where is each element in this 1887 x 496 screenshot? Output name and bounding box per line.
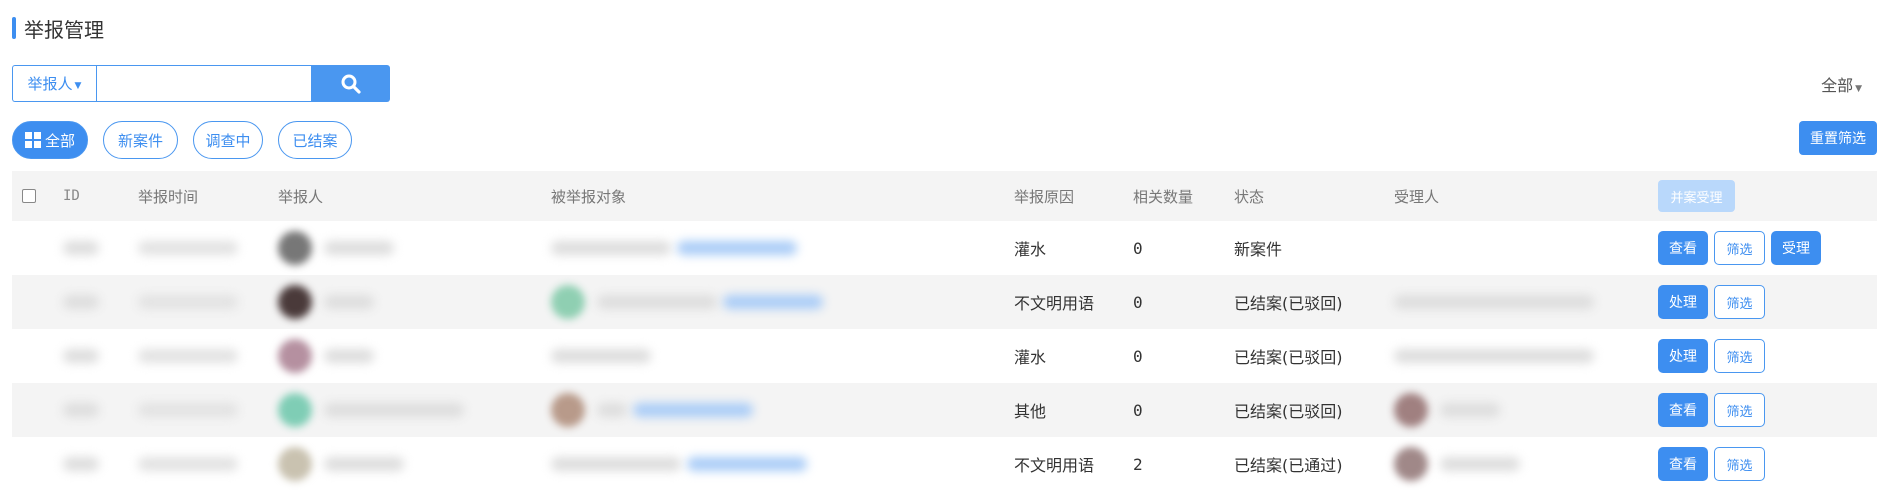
blurred-target	[551, 329, 651, 383]
status-filter-group: 全部 新案件 调查中 已结案	[12, 121, 352, 159]
count-cell: 2	[1133, 454, 1143, 474]
row-actions: 查看 筛选	[1658, 383, 1765, 437]
blurred-handler	[1394, 329, 1594, 383]
blurred-target	[551, 383, 753, 437]
count-cell: 0	[1133, 346, 1143, 366]
column-header-target: 被举报对象	[551, 187, 627, 206]
table-row: 灌水 0 已结案(已驳回) 处理 筛选	[12, 329, 1877, 383]
blurred-reporter	[278, 329, 374, 383]
table-row: 不文明用语 2 已结案(已通过) 查看 筛选	[12, 437, 1877, 491]
reset-filters-button[interactable]: 重置筛选	[1799, 121, 1877, 155]
search-button[interactable]	[312, 65, 390, 102]
row-actions: 查看 筛选	[1658, 437, 1765, 491]
status-cell: 已结案(已驳回)	[1234, 294, 1343, 313]
table-row: 其他 0 已结案(已驳回) 查看 筛选	[12, 383, 1877, 437]
filter-button[interactable]: 筛选	[1714, 339, 1765, 373]
blurred-target	[551, 437, 807, 491]
reason-cell: 其他	[1014, 402, 1047, 421]
reason-cell: 灌水	[1014, 240, 1047, 259]
column-header-reporter: 举报人	[278, 187, 324, 206]
count-cell: 0	[1133, 238, 1143, 258]
search-field-label: 举报人	[27, 75, 73, 93]
blurred-handler	[1394, 383, 1500, 437]
column-header-id: ID	[63, 188, 80, 204]
view-button[interactable]: 查看	[1658, 447, 1708, 481]
reason-cell: 不文明用语	[1014, 456, 1095, 475]
filter-chip-label: 已结案	[292, 131, 338, 150]
filter-button[interactable]: 筛选	[1714, 285, 1765, 319]
view-button[interactable]: 查看	[1658, 231, 1708, 265]
blurred-target	[551, 275, 823, 329]
chevron-down-icon: ▼	[74, 80, 82, 91]
accept-button[interactable]: 受理	[1771, 231, 1821, 265]
filter-button[interactable]: 筛选	[1714, 393, 1765, 427]
blurred-time	[138, 329, 238, 383]
blurred-handler	[1394, 437, 1520, 491]
page-header: 举报管理	[12, 14, 104, 42]
blurred-id	[63, 383, 99, 437]
status-cell: 已结案(已通过)	[1234, 456, 1343, 475]
batch-accept-button[interactable]: 并案受理	[1658, 180, 1735, 212]
status-cell: 已结案(已驳回)	[1234, 402, 1343, 421]
blurred-reporter	[278, 437, 404, 491]
column-header-reason: 举报原因	[1014, 187, 1075, 206]
status-cell: 新案件	[1234, 240, 1283, 259]
column-header-handler: 受理人	[1394, 187, 1440, 206]
grid-icon	[24, 132, 41, 148]
search-icon	[341, 74, 361, 94]
blurred-id	[63, 275, 99, 329]
process-button[interactable]: 处理	[1658, 285, 1708, 319]
chevron-down-icon: ▼	[1855, 84, 1862, 94]
count-cell: 0	[1133, 400, 1143, 420]
table-row: 灌水 0 新案件 查看 筛选 受理	[12, 221, 1877, 275]
count-cell: 0	[1133, 292, 1143, 312]
batch-accept-cell: 并案受理	[1658, 171, 1735, 221]
scope-select[interactable]: 全部 ▼	[1821, 72, 1862, 96]
row-actions: 查看 筛选 受理	[1658, 221, 1821, 275]
column-header-count: 相关数量	[1133, 187, 1194, 206]
blurred-reporter	[278, 221, 394, 275]
filter-chip-label: 新案件	[117, 131, 163, 150]
blurred-id	[63, 329, 99, 383]
blurred-id	[63, 221, 99, 275]
title-accent-bar	[12, 17, 16, 39]
search-field-select[interactable]: 举报人 ▼	[12, 65, 96, 102]
filter-chip-all[interactable]: 全部	[12, 121, 88, 159]
select-all-cell	[22, 171, 36, 221]
search-group: 举报人 ▼	[12, 65, 390, 102]
filter-chip-closed[interactable]: 已结案	[278, 121, 352, 159]
filter-chip-investigating[interactable]: 调查中	[193, 121, 263, 159]
filter-chip-label: 调查中	[205, 131, 251, 150]
view-button[interactable]: 查看	[1658, 393, 1708, 427]
reports-table: ID 举报时间 举报人 被举报对象 举报原因 相关数量 状态 受理人 并案受理 …	[12, 171, 1877, 491]
select-all-checkbox[interactable]	[22, 189, 36, 203]
column-header-time: 举报时间	[138, 187, 199, 206]
blurred-time	[138, 221, 238, 275]
blurred-time	[138, 437, 238, 491]
filter-button[interactable]: 筛选	[1714, 447, 1765, 481]
filter-chip-new[interactable]: 新案件	[103, 121, 178, 159]
blurred-target	[551, 221, 797, 275]
blurred-reporter	[278, 275, 374, 329]
process-button[interactable]: 处理	[1658, 339, 1708, 373]
table-row: 不文明用语 0 已结案(已驳回) 处理 筛选	[12, 275, 1877, 329]
table-body: 灌水 0 新案件 查看 筛选 受理 不文明用语 0 已结案(已驳回) 处理 筛选	[12, 221, 1877, 491]
blurred-handler	[1394, 275, 1594, 329]
row-actions: 处理 筛选	[1658, 329, 1765, 383]
filter-button[interactable]: 筛选	[1714, 231, 1765, 265]
search-input[interactable]	[96, 65, 312, 102]
scope-select-label: 全部	[1821, 76, 1854, 95]
row-actions: 处理 筛选	[1658, 275, 1765, 329]
status-cell: 已结案(已驳回)	[1234, 348, 1343, 367]
column-header-status: 状态	[1234, 187, 1265, 206]
page-title: 举报管理	[24, 17, 104, 42]
blurred-id	[63, 437, 99, 491]
reason-cell: 不文明用语	[1014, 294, 1095, 313]
table-header: ID 举报时间 举报人 被举报对象 举报原因 相关数量 状态 受理人 并案受理	[12, 171, 1877, 221]
reason-cell: 灌水	[1014, 348, 1047, 367]
blurred-time	[138, 275, 238, 329]
blurred-time	[138, 383, 238, 437]
filter-chip-label: 全部	[44, 131, 75, 150]
blurred-reporter	[278, 383, 464, 437]
